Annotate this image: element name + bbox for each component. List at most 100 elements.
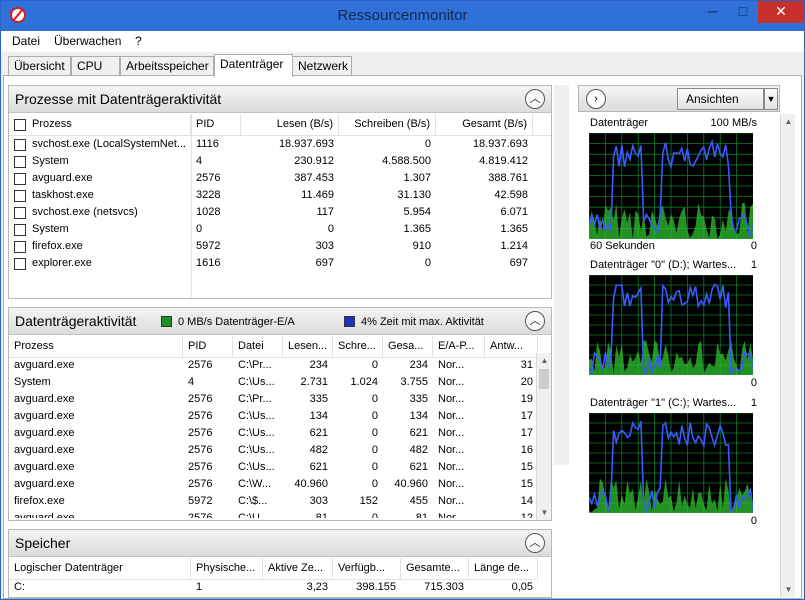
table-row[interactable]: avguard.exe 2576 C:\Us... 621 0 621 Nor... 15 bbox=[9, 460, 536, 477]
table-cell: 0 bbox=[424, 257, 431, 269]
col-schreiben[interactable]: Schre... bbox=[333, 336, 383, 358]
views-dropdown-icon[interactable]: ▼ bbox=[764, 88, 778, 110]
close-button[interactable]: ✕ bbox=[758, 1, 804, 23]
table-cell: 1.307 bbox=[403, 172, 431, 184]
table-row[interactable]: avguard.exe 2576 387.453 1.307 388.761 bbox=[9, 171, 551, 188]
col-aktive-zeit[interactable]: Aktive Ze... bbox=[263, 558, 333, 580]
menu-help[interactable]: ? bbox=[135, 34, 142, 48]
table-cell: 20 bbox=[520, 376, 533, 388]
activity-panel-header[interactable]: Datenträgeraktivität 0 MB/s Datenträger-… bbox=[9, 308, 551, 335]
table-row[interactable]: svchost.exe (LocalSystemNet... 1116 18.937… bbox=[9, 137, 551, 154]
scroll-up-icon[interactable]: ▲ bbox=[781, 114, 796, 129]
table-row[interactable]: System 4 230.912 4.588.500 4.819.412 bbox=[9, 154, 551, 171]
main-splitter[interactable] bbox=[554, 85, 569, 465]
col-datei[interactable]: Datei bbox=[233, 336, 283, 358]
table-row[interactable]: System 4 C:\Us... 2.731 1.024 3.755 Nor... 20 bbox=[9, 375, 536, 392]
graph-pane-scrollbar[interactable]: ▲ ▼ bbox=[780, 114, 795, 597]
table-cell: 2576 bbox=[188, 444, 213, 456]
table-cell: 2576 bbox=[188, 359, 213, 371]
menu-datei[interactable]: Datei bbox=[12, 34, 40, 48]
table-cell: 4.588.500 bbox=[382, 155, 431, 167]
col-schreiben[interactable]: Schreiben (B/s) bbox=[339, 114, 436, 136]
activity-scrollbar[interactable]: ▲ ▼ bbox=[536, 353, 551, 520]
processes-panel-header[interactable]: Prozesse mit Datenträgeraktivität ︿ bbox=[9, 86, 551, 113]
table-cell: 697 bbox=[315, 257, 334, 269]
row-checkbox[interactable] bbox=[14, 258, 26, 270]
table-cell: C:\Pr... bbox=[238, 359, 272, 371]
col-physischer[interactable]: Physische... bbox=[191, 558, 263, 580]
table-row[interactable]: avguard.exe 2576 C:\Pr... 335 0 335 Nor... 19 bbox=[9, 392, 536, 409]
col-ea-prioritaet[interactable]: E/A-P... bbox=[433, 336, 485, 358]
disk-total-graph bbox=[589, 133, 753, 239]
processes-panel-title: Prozesse mit Datenträgeraktivität bbox=[15, 91, 222, 107]
table-cell: 11.469 bbox=[301, 189, 334, 201]
row-checkbox[interactable] bbox=[14, 139, 26, 151]
table-cell: 0 bbox=[371, 393, 378, 405]
row-checkbox[interactable] bbox=[14, 224, 26, 236]
menu-ueberwachen[interactable]: Überwachen bbox=[54, 34, 121, 48]
graph-min-label: 0 bbox=[750, 240, 757, 252]
tab-datentraeger[interactable]: Datenträger bbox=[214, 54, 293, 77]
views-button[interactable]: Ansichten bbox=[677, 88, 764, 110]
table-row[interactable]: firefox.exe 5972 C:\$... 303 152 455 Nor... 14 bbox=[9, 494, 536, 511]
collapse-chevron-icon[interactable]: ︿ bbox=[525, 89, 545, 109]
table-cell: 2576 bbox=[188, 461, 213, 473]
table-cell: 1028 bbox=[196, 206, 221, 218]
row-checkbox[interactable] bbox=[14, 156, 26, 168]
tab-cpu[interactable]: CPU bbox=[71, 56, 120, 76]
expand-chevron-icon[interactable]: › bbox=[586, 89, 606, 109]
col-pid[interactable]: PID bbox=[191, 114, 241, 136]
table-cell: Nor... bbox=[438, 393, 465, 405]
table-cell: System bbox=[14, 376, 51, 388]
table-cell: C:\W... bbox=[238, 478, 271, 490]
table-row[interactable]: avguard.exe 2576 C:\Us... 482 0 482 Nor... 16 bbox=[9, 443, 536, 460]
table-cell: avguard.exe bbox=[32, 172, 93, 184]
row-checkbox[interactable] bbox=[14, 241, 26, 253]
col-lesen[interactable]: Lesen... bbox=[283, 336, 333, 358]
storage-panel-header[interactable]: Speicher ︿ bbox=[9, 530, 551, 557]
scroll-thumb[interactable] bbox=[539, 369, 549, 389]
tab-uebersicht[interactable]: Übersicht bbox=[8, 56, 71, 76]
title-bar: Ressourcenmonitor ─ □ ✕ bbox=[1, 1, 804, 31]
col-gesamter[interactable]: Gesamte... bbox=[401, 558, 469, 580]
col-gesamt[interactable]: Gesamt (B/s) bbox=[436, 114, 533, 136]
tab-arbeitsspeicher[interactable]: Arbeitsspeicher bbox=[120, 56, 214, 76]
col-prozess[interactable]: Prozess bbox=[9, 336, 183, 358]
row-checkbox[interactable] bbox=[14, 173, 26, 185]
table-row[interactable]: avguard.exe 2576 C:\Pr... 234 0 234 Nor... 31 bbox=[9, 358, 536, 375]
scroll-up-icon[interactable]: ▲ bbox=[537, 353, 552, 368]
storage-panel: Speicher ︿ Logischer Datenträger Physisc… bbox=[8, 529, 552, 598]
table-row[interactable]: avguard.exe 2576 C:\U... 81 0 81 Nor... 12 bbox=[9, 511, 536, 518]
activity-table-body: avguard.exe 2576 C:\Pr... 234 0 234 Nor... 31 Sy… bbox=[9, 358, 536, 518]
table-cell: Nor... bbox=[438, 495, 465, 507]
col-logischer-datentraeger[interactable]: Logischer Datenträger bbox=[9, 558, 191, 580]
col-pid[interactable]: PID bbox=[183, 336, 233, 358]
row-checkbox[interactable] bbox=[14, 190, 26, 202]
col-antwortzeit[interactable]: Antw... bbox=[485, 336, 538, 358]
scroll-down-icon[interactable]: ▼ bbox=[781, 582, 796, 597]
col-laenge-warteschlange[interactable]: Länge de... bbox=[469, 558, 538, 580]
table-row[interactable]: System 0 0 1.365 1.365 bbox=[9, 222, 551, 239]
table-row[interactable]: explorer.exe 1616 697 0 697 bbox=[9, 256, 551, 273]
tab-netzwerk[interactable]: Netzwerk bbox=[292, 56, 352, 76]
table-row[interactable]: firefox.exe 5972 303 910 1.214 bbox=[9, 239, 551, 256]
table-row[interactable]: avguard.exe 2576 C:\W... 40.960 0 40.960 Nor..… bbox=[9, 477, 536, 494]
select-all-checkbox[interactable] bbox=[14, 119, 26, 131]
collapse-chevron-icon[interactable]: ︿ bbox=[525, 311, 545, 331]
col-gesamt[interactable]: Gesa... bbox=[383, 336, 433, 358]
col-lesen[interactable]: Lesen (B/s) bbox=[241, 114, 339, 136]
table-cell: 303 bbox=[315, 240, 334, 252]
table-row[interactable]: taskhost.exe 3228 11.469 31.130 42.598 bbox=[9, 188, 551, 205]
col-verfuegbar[interactable]: Verfügb... bbox=[333, 558, 401, 580]
table-row[interactable]: svchost.exe (netsvcs) 1028 117 5.954 6.071 bbox=[9, 205, 551, 222]
table-row[interactable]: avguard.exe 2576 C:\Us... 621 0 621 Nor... 17 bbox=[9, 426, 536, 443]
table-row[interactable]: C: 1 3,23 398.155 715.303 0,05 bbox=[9, 580, 536, 597]
col-prozess[interactable]: Prozess bbox=[27, 114, 191, 136]
scroll-down-icon[interactable]: ▼ bbox=[537, 505, 552, 520]
minimize-button[interactable]: ─ bbox=[698, 1, 728, 23]
graph-max-label: 1 bbox=[750, 397, 757, 409]
row-checkbox[interactable] bbox=[14, 207, 26, 219]
collapse-chevron-icon[interactable]: ︿ bbox=[525, 533, 545, 553]
maximize-button[interactable]: □ bbox=[728, 1, 758, 23]
table-row[interactable]: avguard.exe 2576 C:\Us... 134 0 134 Nor... 17 bbox=[9, 409, 536, 426]
